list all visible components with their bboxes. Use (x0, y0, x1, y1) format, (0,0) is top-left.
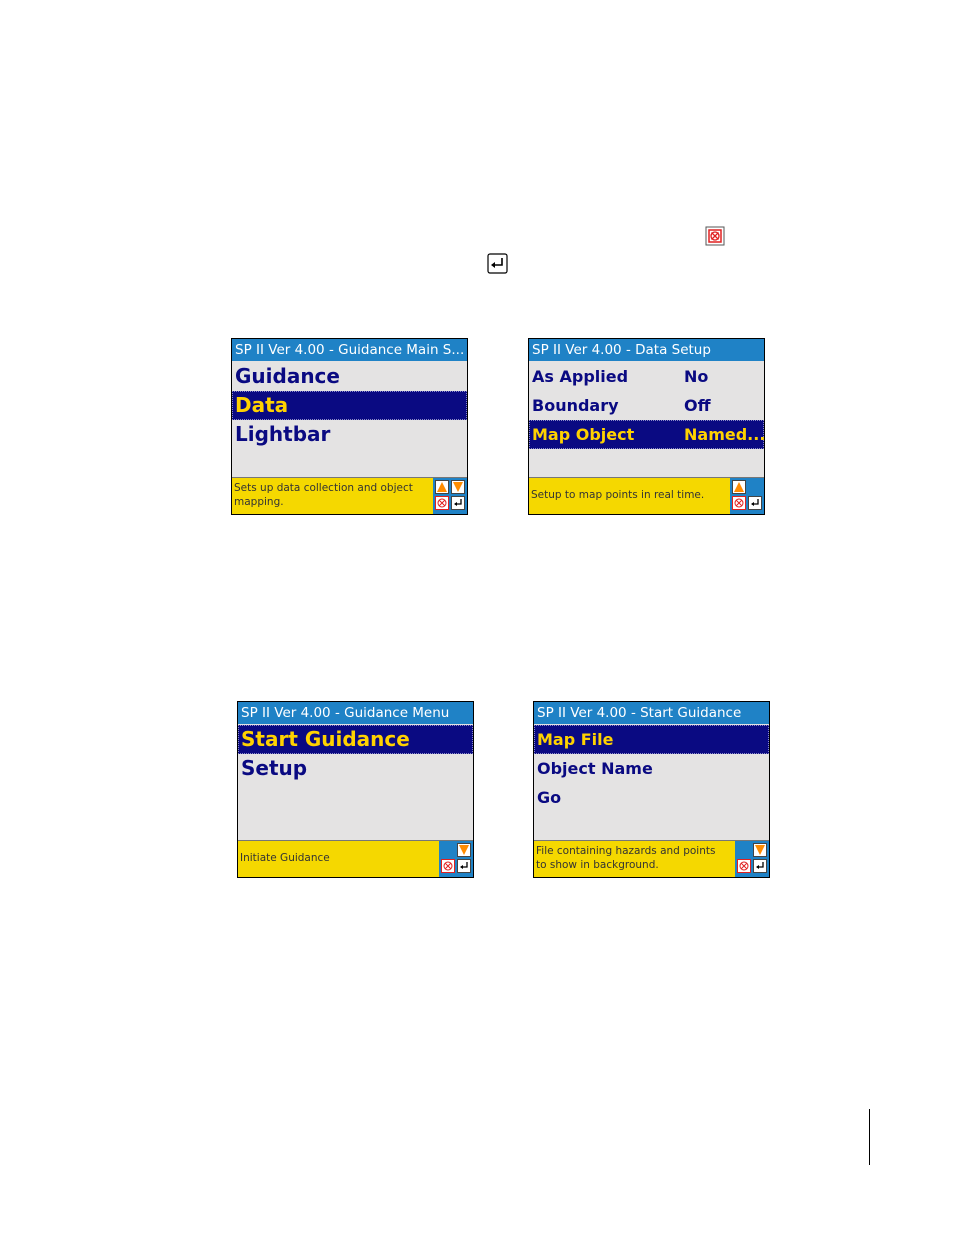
menu-item-map-object[interactable]: Map Object Named... (529, 420, 766, 449)
menu-item-value: No (684, 367, 709, 386)
menu-item-label: Go (537, 788, 562, 807)
enter-icon[interactable] (457, 859, 471, 873)
screen-title: SP II Ver 4.00 - Guidance Main S... (232, 339, 467, 361)
menu-list: As Applied No Boundary Off Map Object Named… (529, 362, 766, 449)
status-bar: Initiate Guidance (238, 840, 473, 877)
escape-icon[interactable] (737, 859, 751, 873)
menu-item-value: Named... (684, 425, 766, 444)
nav-buttons (735, 841, 769, 877)
menu-item-start-guidance[interactable]: Start Guidance (238, 725, 473, 754)
device-screen-data-setup: SP II Ver 4.00 - Data Setup As Applied No… (528, 338, 765, 515)
status-text: Initiate Guidance (240, 852, 330, 864)
menu-item-as-applied[interactable]: As Applied No (529, 362, 764, 391)
down-arrow-icon[interactable] (753, 843, 767, 857)
menu-item-value: Off (684, 396, 711, 415)
margin-rule (869, 1109, 870, 1165)
menu-list: Map File Object Name Go (534, 725, 769, 812)
escape-icon[interactable] (732, 496, 746, 510)
nav-buttons (439, 841, 473, 877)
status-bar: Sets up data collection and object mappi… (232, 477, 467, 514)
device-screen-guidance-menu: SP II Ver 4.00 - Guidance Menu Start Gui… (237, 701, 474, 878)
menu-item-label: Map File (537, 730, 614, 749)
down-arrow-icon[interactable] (457, 843, 471, 857)
status-bar: File containing hazards and points to sh… (534, 840, 769, 877)
status-text: Setup to map points in real time. (531, 489, 705, 501)
menu-item-guidance[interactable]: Guidance (232, 362, 467, 391)
menu-item-label: As Applied (532, 367, 629, 386)
menu-item-lightbar[interactable]: Lightbar (232, 420, 467, 449)
menu-item-label: Setup (241, 756, 308, 780)
status-text: Sets up data collection and object mappi… (234, 482, 413, 508)
status-bar: Setup to map points in real time. (529, 477, 764, 514)
nav-buttons (433, 478, 467, 514)
up-arrow-icon[interactable] (732, 480, 746, 494)
menu-item-label: Map Object (532, 425, 635, 444)
screen-title: SP II Ver 4.00 - Guidance Menu (238, 702, 473, 724)
device-screen-guidance-main: SP II Ver 4.00 - Guidance Main S... Guid… (231, 338, 468, 515)
menu-item-label: Guidance (235, 364, 340, 388)
up-arrow-icon[interactable] (435, 480, 449, 494)
down-arrow-icon[interactable] (451, 480, 465, 494)
menu-item-label: Object Name (537, 759, 653, 778)
menu-item-boundary[interactable]: Boundary Off (529, 391, 764, 420)
menu-item-label: Lightbar (235, 422, 331, 446)
status-text: File containing hazards and points to sh… (536, 845, 716, 871)
device-screen-start-guidance: SP II Ver 4.00 - Start Guidance Map File… (533, 701, 770, 878)
menu-item-label: Data (235, 393, 289, 417)
menu-item-label: Start Guidance (241, 727, 410, 751)
enter-icon (487, 253, 508, 274)
menu-list: Start Guidance Setup (238, 725, 473, 783)
nav-buttons (730, 478, 764, 514)
menu-item-go[interactable]: Go (534, 783, 769, 812)
menu-item-data[interactable]: Data (232, 391, 467, 420)
screen-title: SP II Ver 4.00 - Start Guidance (534, 702, 769, 724)
enter-icon[interactable] (451, 496, 465, 510)
menu-list: Guidance Data Lightbar (232, 362, 467, 449)
escape-icon[interactable] (435, 496, 449, 510)
menu-item-label: Boundary (532, 396, 619, 415)
screen-title: SP II Ver 4.00 - Data Setup (529, 339, 764, 361)
menu-item-map-file[interactable]: Map File (534, 725, 769, 754)
escape-icon (705, 226, 725, 246)
menu-item-object-name[interactable]: Object Name (534, 754, 769, 783)
menu-item-setup[interactable]: Setup (238, 754, 473, 783)
enter-icon[interactable] (748, 496, 762, 510)
escape-icon[interactable] (441, 859, 455, 873)
enter-icon[interactable] (753, 859, 767, 873)
